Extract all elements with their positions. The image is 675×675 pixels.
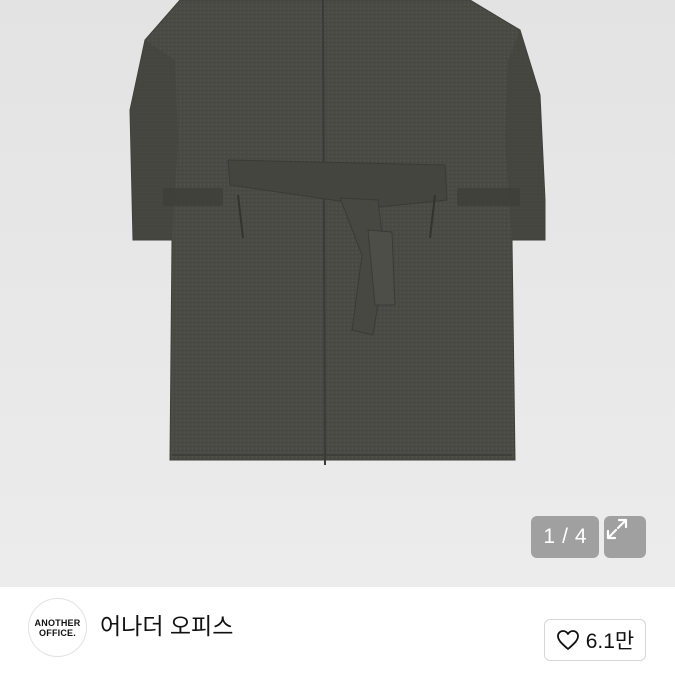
total-count: 4 xyxy=(574,525,587,548)
expand-button[interactable] xyxy=(604,516,646,558)
coat-photo xyxy=(129,0,546,466)
like-button[interactable]: 6.1만 xyxy=(544,619,646,661)
logo-line1: ANOTHER xyxy=(34,617,81,628)
heart-icon xyxy=(556,630,579,650)
current-index: 1 xyxy=(543,525,556,548)
logo-line2: OFFICE. xyxy=(39,627,76,638)
like-count: 6.1만 xyxy=(585,630,635,653)
shop-logo[interactable]: ANOTHER OFFICE. xyxy=(28,598,87,657)
shop-info-row: ANOTHER OFFICE. 어나더 오피스 6.1만 xyxy=(0,587,675,675)
counter-separator: / xyxy=(562,525,568,548)
product-image[interactable]: 1 / 4 xyxy=(0,0,675,587)
shop-name[interactable]: 어나더 오피스 xyxy=(100,611,233,641)
expand-icon xyxy=(606,518,628,540)
image-counter: 1 / 4 xyxy=(531,516,599,558)
